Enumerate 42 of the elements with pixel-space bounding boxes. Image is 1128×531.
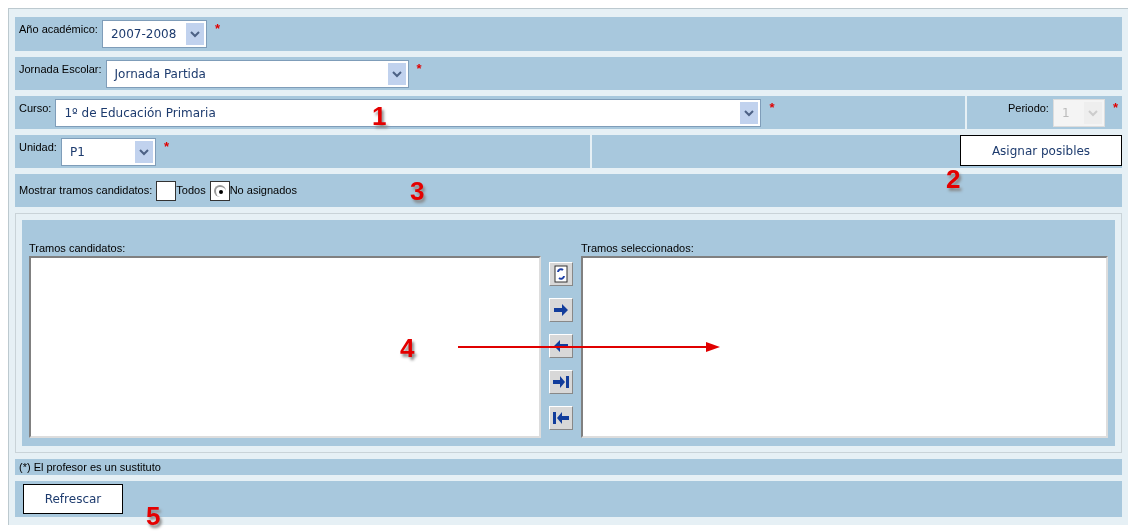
field-label: Jornada Escolar: [19, 62, 102, 77]
required-mark: * [1112, 99, 1118, 117]
required-mark: * [163, 138, 169, 156]
caret-icon [740, 101, 759, 124]
filter-label: Mostrar tramos candidatos: [19, 183, 153, 199]
list-label: Tramos seleccionados: [581, 241, 695, 256]
all-right-button[interactable] [549, 370, 573, 394]
left-button[interactable] [549, 334, 573, 358]
assign-button[interactable]: Asignar posibles [960, 135, 1122, 166]
caret-icon [134, 140, 153, 163]
field-label: Año académico: [19, 22, 98, 37]
refresh-button[interactable] [549, 262, 573, 286]
required-mark: * [214, 20, 220, 38]
field-label: Curso: [19, 101, 52, 116]
annotation-number: 1 [372, 103, 387, 129]
refresh-button[interactable]: Refrescar [23, 484, 123, 514]
radio-label: No asignados [229, 183, 297, 199]
dropdown[interactable]: Jornada Partida [105, 59, 409, 88]
refresh-icon [552, 265, 570, 283]
caret-icon [1083, 101, 1102, 124]
right-button[interactable] [549, 298, 573, 322]
arrow-icon [552, 301, 570, 319]
field-label: Periodo: [1007, 101, 1049, 116]
field-label: Unidad: [19, 140, 57, 155]
radio-label: Todos [176, 183, 206, 199]
annotation-number: 5 [146, 503, 161, 529]
required-mark: * [769, 99, 775, 117]
radio-button[interactable] [156, 180, 177, 201]
caret-icon [387, 62, 406, 85]
footnote: (*) El profesor es un sustituto [19, 459, 161, 475]
dropdown[interactable]: P1 [60, 137, 156, 166]
radio-button[interactable] [209, 180, 230, 201]
annotation-number: 4 [400, 335, 415, 361]
arrow-icon [552, 373, 570, 391]
list-label: Tramos candidatos: [29, 241, 127, 256]
all-left-button[interactable] [549, 406, 573, 430]
required-mark: * [416, 60, 422, 78]
arrow-icon [552, 409, 570, 427]
caret-icon [185, 23, 204, 45]
annotation-number: 3 [410, 178, 425, 204]
dropdown[interactable]: 2007-2008 [101, 20, 207, 48]
annotation-number: 2 [946, 166, 961, 192]
